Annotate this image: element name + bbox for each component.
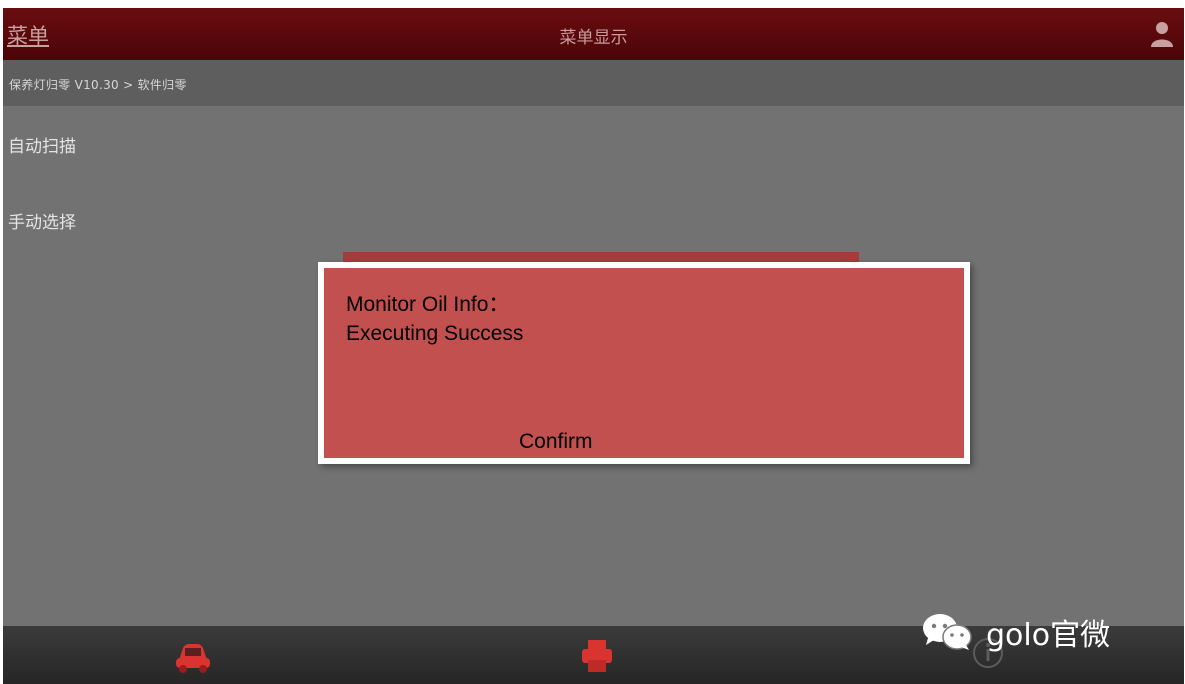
menu-item-label: 手动选择: [8, 213, 76, 233]
message-dialog: Monitor Oil Info： Executing Success Conf…: [318, 262, 970, 464]
menu-item-auto-scan[interactable]: 自动扫描: [3, 106, 1184, 182]
golo-watermark: golo官微: [920, 612, 1111, 653]
watermark-text: golo官微: [986, 618, 1111, 653]
breadcrumb-text: 保养灯归零 V10.30 > 软件归零: [9, 78, 187, 92]
diagnostic-screen: 菜单 菜单显示 保养灯归零 V10.30 > 软件归零 自动扫描 手动选择 Mo…: [3, 8, 1184, 684]
confirm-button[interactable]: Confirm: [514, 428, 714, 456]
printer-icon[interactable]: [577, 636, 617, 676]
dialog-title: Monitor Oil Info：: [346, 293, 510, 316]
menu-item-label: 自动扫描: [8, 137, 76, 157]
title-bar: 菜单 菜单显示: [3, 8, 1184, 60]
breadcrumb: 保养灯归零 V10.30 > 软件归零: [3, 60, 1184, 106]
wechat-icon: [923, 614, 972, 650]
dialog-message: Executing Success: [346, 322, 524, 345]
menu-item-manual-select[interactable]: 手动选择: [3, 182, 1184, 258]
user-icon[interactable]: [1150, 20, 1174, 48]
page-title: 菜单显示: [559, 28, 628, 48]
menu-list: 自动扫描 手动选择: [3, 106, 1184, 258]
car-icon[interactable]: [173, 636, 213, 676]
